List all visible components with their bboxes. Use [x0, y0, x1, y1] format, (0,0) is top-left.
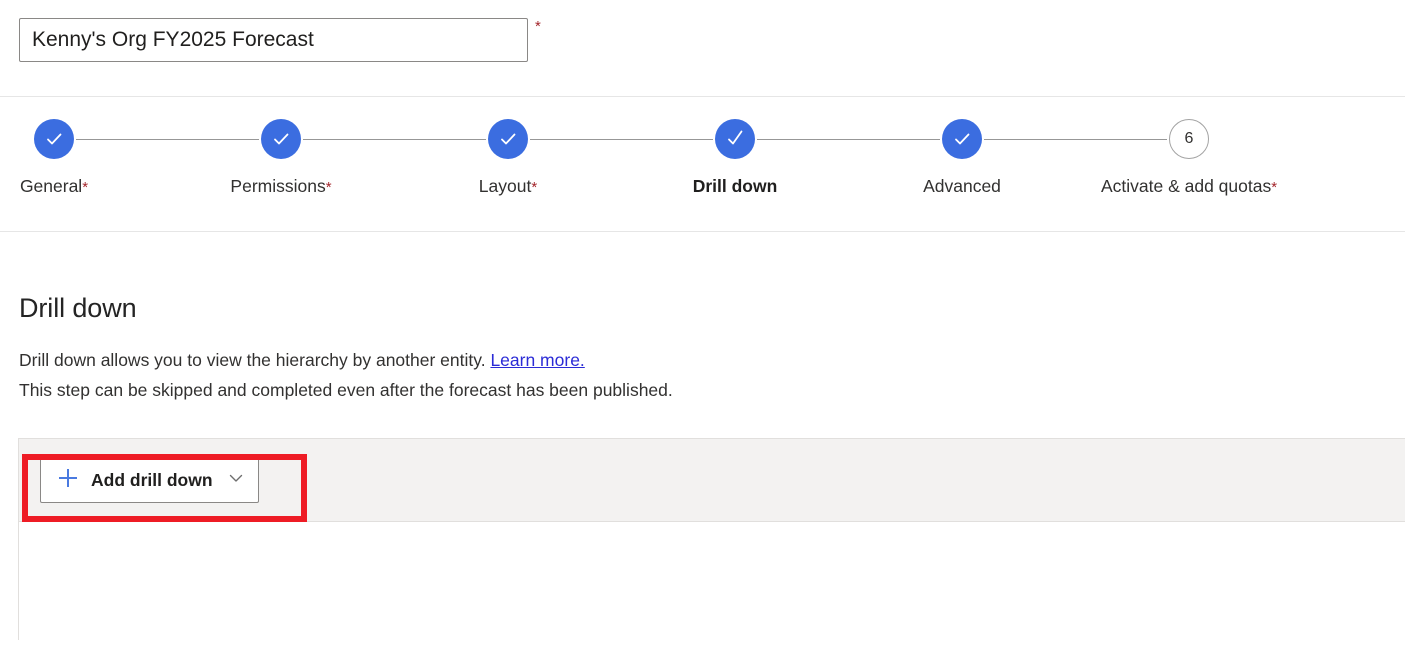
check-icon [34, 119, 74, 159]
stepper-step-layout[interactable]: Layout* [388, 119, 628, 197]
forecast-title-bar: * [0, 0, 1405, 97]
wizard-stepper: General* Permissions* Layout* Drill down Adv… [0, 97, 1405, 231]
step-required-asterisk: * [325, 179, 332, 196]
stepper-step-label: Activate & add quotas* [1100, 176, 1278, 196]
drill-down-panel: Add drill down [18, 438, 1405, 640]
step-required-asterisk: * [82, 179, 89, 196]
drill-down-list-empty-area [18, 522, 1405, 640]
stepper-connector [76, 139, 259, 140]
add-drill-down-label: Add drill down [91, 469, 213, 490]
forecast-name-input[interactable] [19, 18, 528, 62]
plus-icon [57, 467, 79, 494]
stepper-connector [530, 139, 713, 140]
stepper-step-advanced[interactable]: Advanced [842, 119, 1082, 197]
page-title: Drill down [19, 293, 137, 323]
check-icon [942, 119, 982, 159]
description-line-2: This step can be skipped and completed e… [19, 380, 673, 400]
stepper-step-label: Permissions* [230, 176, 332, 196]
learn-more-link[interactable]: Learn more. [490, 350, 584, 370]
stepper-step-label: Advanced [923, 176, 1001, 196]
stepper-step-label: General* [19, 176, 89, 196]
stepper-step-drill-down[interactable]: Drill down [615, 119, 855, 197]
check-icon [261, 119, 301, 159]
add-drill-down-button[interactable]: Add drill down [40, 457, 259, 503]
stepper-step-activate-add-quotas[interactable]: 6 Activate & add quotas* [1069, 119, 1309, 197]
description-line-1: Drill down allows you to view the hierar… [19, 350, 486, 370]
step-number-badge: 6 [1169, 119, 1209, 159]
stepper-step-permissions[interactable]: Permissions* [161, 119, 401, 197]
chevron-down-icon[interactable] [227, 469, 245, 492]
stepper-step-label: Drill down [692, 176, 778, 196]
wizard-stepper-bar: General* Permissions* Layout* Drill down Adv… [0, 97, 1405, 232]
stepper-connector [757, 139, 940, 140]
stepper-step-label: Layout* [478, 176, 538, 196]
stepper-connector [303, 139, 486, 140]
forecast-name-field-group: * [19, 18, 541, 62]
check-icon [715, 119, 755, 159]
step-required-asterisk: * [1271, 179, 1278, 196]
step-description: Drill down allows you to view the hierar… [19, 345, 673, 405]
drill-down-command-bar: Add drill down [18, 438, 1405, 522]
step-required-asterisk: * [531, 179, 538, 196]
stepper-step-general[interactable]: General* [0, 119, 174, 197]
check-icon [488, 119, 528, 159]
forecast-name-required-asterisk: * [535, 18, 541, 35]
stepper-connector [984, 139, 1167, 140]
